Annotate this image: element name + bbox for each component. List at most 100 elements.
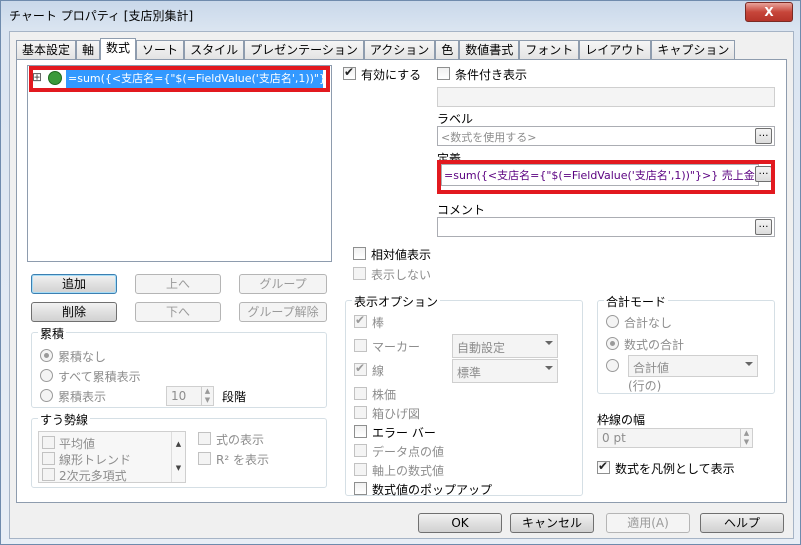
conditional-input[interactable] xyxy=(437,87,775,107)
tab-font[interactable]: フォント xyxy=(519,40,580,60)
comment-expression-button[interactable]: … xyxy=(755,219,772,235)
tab-dimensions[interactable]: 軸 xyxy=(76,40,101,60)
radio-accumulate[interactable] xyxy=(40,389,53,402)
tab-presentation[interactable]: プレゼンテーション xyxy=(244,40,364,60)
label-expression-button[interactable]: … xyxy=(755,128,772,144)
expressions-panel: ⊞ =sum({<支店名={"$(=FieldValue('支店名',1))"}… xyxy=(16,59,787,503)
steps-value: 10 xyxy=(171,389,187,403)
add-button[interactable]: 追加 xyxy=(31,274,117,294)
show-r2-checkbox[interactable] xyxy=(198,452,211,465)
tab-style[interactable]: スタイル xyxy=(184,40,245,60)
spinner-icon[interactable]: ▲ ▼ xyxy=(740,429,752,447)
show-in-legend-checkbox[interactable]: ✔ xyxy=(597,459,610,474)
stock-checkbox[interactable] xyxy=(354,387,367,400)
definition-highlight-box xyxy=(437,160,775,194)
marker-select[interactable]: 自動設定 xyxy=(452,334,558,358)
tab-sort[interactable]: ソート xyxy=(136,40,185,60)
show-equation-checkbox[interactable] xyxy=(198,432,211,445)
tab-expressions[interactable]: 数式 xyxy=(100,38,137,60)
tab-number-format[interactable]: 数値書式 xyxy=(459,40,520,60)
label-input[interactable]: <数式を使用する> xyxy=(437,126,775,146)
radio-full-accumulation[interactable] xyxy=(40,369,53,382)
accumulation-group: 累積 累積なし すべて累積表示 累積表示 10 ▲ ▼ 段階 xyxy=(31,325,327,408)
bar-checkbox[interactable]: ✔ xyxy=(354,313,367,328)
box-plot-checkbox[interactable] xyxy=(354,406,367,419)
tab-caption[interactable]: キャプション xyxy=(651,40,736,60)
radio-no-accumulation[interactable] xyxy=(40,349,53,362)
chevron-down-icon xyxy=(545,341,553,345)
marker-select-value: 自動設定 xyxy=(457,341,506,355)
conditional-checkbox[interactable] xyxy=(437,67,450,80)
display-options-group: 表示オプション ✔ 棒 マーカー 自動設定 ✔ 線 標準 株価 箱ひげ図 エラー… xyxy=(345,293,583,497)
marker-label: マーカー xyxy=(372,340,421,354)
comment-input[interactable] xyxy=(437,217,775,237)
tab-general[interactable]: 基本設定 xyxy=(16,40,77,60)
ungroup-button[interactable]: グループ解除 xyxy=(239,302,327,322)
display-options-title: 表示オプション xyxy=(352,293,441,310)
total-mode-group: 合計モード 合計なし 数式の合計 合計値 (行の) xyxy=(597,293,775,394)
bar-label: 棒 xyxy=(372,316,385,330)
line-checkbox[interactable]: ✔ xyxy=(354,361,367,376)
group-button[interactable]: グループ xyxy=(239,274,327,294)
border-width-title: 枠線の幅 xyxy=(597,413,646,427)
error-bars-checkbox[interactable] xyxy=(354,425,367,438)
ok-button[interactable]: OK xyxy=(418,513,502,533)
line-label: 線 xyxy=(372,364,385,378)
marker-checkbox[interactable] xyxy=(354,339,367,352)
radio-expression-total[interactable] xyxy=(606,337,619,350)
no-totals-label: 合計なし xyxy=(624,316,673,330)
text-on-axis-checkbox[interactable] xyxy=(354,463,367,476)
close-button[interactable]: X xyxy=(745,2,793,22)
aggregate-select-value: 合計値 xyxy=(633,361,670,375)
apply-button[interactable]: 適用(A) xyxy=(606,513,690,533)
relative-checkbox[interactable] xyxy=(353,247,366,260)
window-title: チャート プロパティ [支店別集計] xyxy=(9,9,194,23)
invisible-checkbox[interactable] xyxy=(353,267,366,280)
radio-no-totals[interactable] xyxy=(606,315,619,328)
accumulate-label: 累積表示 xyxy=(58,390,107,404)
popup-checkbox[interactable] xyxy=(354,482,367,495)
trendlines-list[interactable]: 平均値 線形トレンド 2次元多項式 ▲ ▼ xyxy=(38,431,186,483)
polynomial-checkbox[interactable] xyxy=(42,468,55,481)
stock-label: 株価 xyxy=(372,388,397,402)
line-select[interactable]: 標準 xyxy=(452,359,558,383)
average-label: 平均値 xyxy=(59,437,96,451)
expressions-list[interactable]: ⊞ =sum({<支店名={"$(=FieldValue('支店名',1))"}… xyxy=(27,65,332,262)
help-button[interactable]: ヘルプ xyxy=(700,513,784,533)
spinner-icon[interactable]: ▲ ▼ xyxy=(201,387,213,405)
linear-checkbox[interactable] xyxy=(42,452,55,465)
average-checkbox[interactable] xyxy=(42,436,55,449)
cancel-button[interactable]: キャンセル xyxy=(510,513,594,533)
radio-aggregate[interactable] xyxy=(606,359,619,372)
move-up-button[interactable]: 上へ xyxy=(135,274,221,294)
expression-highlight-box xyxy=(29,66,330,92)
chevron-down-icon xyxy=(745,362,753,366)
total-mode-title: 合計モード xyxy=(604,293,669,310)
enable-checkbox[interactable]: ✔ xyxy=(343,65,356,80)
line-select-value: 標準 xyxy=(457,366,482,380)
border-width-input[interactable]: 0 pt ▲ ▼ xyxy=(597,428,753,448)
show-in-legend-label: 数式を凡例として表示 xyxy=(615,462,735,476)
close-icon: X xyxy=(764,5,774,19)
tab-colors[interactable]: 色 xyxy=(435,40,460,60)
show-equation-label: 式の表示 xyxy=(216,433,265,447)
label-placeholder: <数式を使用する> xyxy=(441,131,537,144)
trendlines-group: すう勢線 平均値 線形トレンド 2次元多項式 ▲ ▼ 式の表示 R² を表示 xyxy=(31,411,327,488)
aggregate-select[interactable]: 合計値 xyxy=(628,355,758,377)
border-width-value: 0 pt xyxy=(602,431,626,445)
tab-actions[interactable]: アクション xyxy=(363,40,436,60)
trendlines-title: すう勢線 xyxy=(38,411,91,428)
polynomial-label: 2次元多項式 xyxy=(59,469,127,483)
delete-button[interactable]: 削除 xyxy=(31,302,117,322)
list-scrollbar[interactable]: ▲ ▼ xyxy=(171,432,185,482)
invisible-label: 表示しない xyxy=(371,268,432,282)
show-r2-label: R² を表示 xyxy=(216,453,269,467)
popup-label: 数式値のポップアップ xyxy=(372,483,493,497)
steps-input[interactable]: 10 ▲ ▼ xyxy=(166,386,214,406)
move-down-button[interactable]: 下へ xyxy=(135,302,221,322)
tab-layout[interactable]: レイアウト xyxy=(579,40,652,60)
full-accumulation-label: すべて累積表示 xyxy=(58,370,141,384)
comment-title: コメント xyxy=(437,203,486,217)
conditional-label: 条件付き表示 xyxy=(455,68,528,82)
values-on-points-checkbox[interactable] xyxy=(354,444,367,457)
